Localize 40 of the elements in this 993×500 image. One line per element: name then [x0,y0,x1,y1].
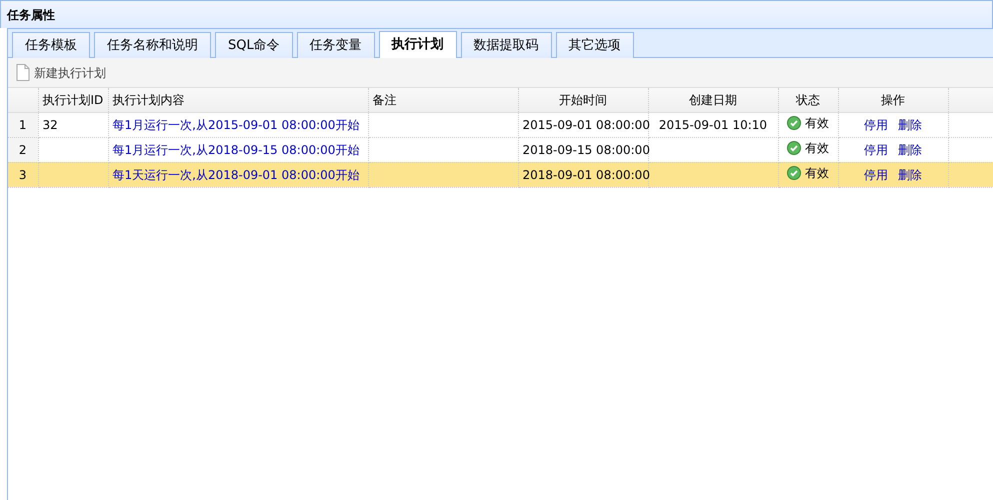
action-link[interactable]: 停用 [864,118,888,132]
action-link[interactable]: 删除 [898,118,922,132]
column-header: 开始时间 [559,92,607,107]
tab[interactable]: 任务变量 [296,32,375,58]
window-title: 任务属性 [7,8,55,22]
action-link[interactable]: 停用 [864,168,888,182]
new-plan-button[interactable]: 新建执行计划 [16,64,106,82]
document-icon [16,64,30,81]
row-number: 3 [8,162,38,187]
tab[interactable]: 执行计划 [378,31,457,58]
action-link[interactable]: 删除 [898,142,922,156]
column-header: 创建日期 [689,92,737,107]
column-header: 操作 [881,92,905,107]
check-circle-icon [787,166,801,180]
column-header: 备注 [372,92,396,107]
row-number: 2 [8,137,38,162]
action-link[interactable]: 删除 [898,168,922,182]
table-cell: 2015-09-01 10:10 [658,118,768,132]
table-cell: 每1天运行一次,从2018-09-01 08:00:00开始 [112,168,360,182]
check-circle-icon [787,116,801,130]
tab[interactable]: 任务名称和说明 [94,32,211,58]
status-text: 有效 [805,140,829,157]
table-cell: 32 [42,118,58,132]
table-cell: 2015-09-01 08:00:00 [522,118,650,132]
tab[interactable]: 数据提取码 [460,32,552,58]
table-cell: 每1月运行一次,从2018-09-15 08:00:00开始 [112,142,360,156]
action-link[interactable]: 停用 [864,142,888,156]
status-text: 有效 [805,115,829,132]
tab[interactable]: 其它选项 [556,32,634,58]
check-circle-icon [787,141,801,155]
column-header: 状态 [796,92,820,107]
table-cell: 每1月运行一次,从2015-09-01 08:00:00开始 [112,118,360,132]
row-number: 1 [8,112,38,137]
column-header: 执行计划内容 [112,92,184,107]
table-cell: 2018-09-15 08:00:00 [522,142,650,156]
column-header: 执行计划ID [42,92,104,107]
tab[interactable]: 任务模板 [12,32,90,58]
table-cell: 2018-09-01 08:00:00 [522,168,650,182]
status-text: 有效 [805,165,829,182]
tab[interactable]: SQL命令 [215,32,293,58]
